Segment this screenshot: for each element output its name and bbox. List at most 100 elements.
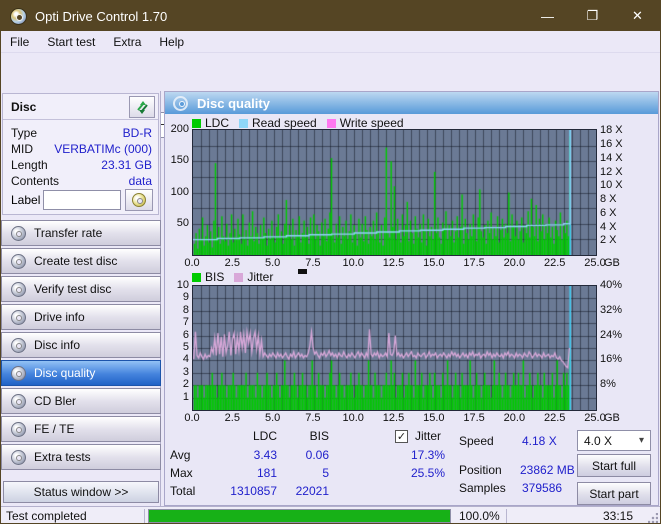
sidebar-item-label: FE / TE (34, 422, 75, 436)
sidebar-item-drive-info[interactable]: Drive info (1, 304, 161, 330)
field-mid-value: VERBATIMc (000) (54, 142, 152, 156)
test-speed-select[interactable]: 4.0 X ▾ (577, 430, 651, 451)
start-full-button[interactable]: Start full (577, 454, 651, 477)
sidebar: Disc Type BD-R MID VERBATIMc (000) Lengt… (1, 91, 161, 507)
total-ldc-value: 1310857 (230, 484, 277, 498)
status-text: Test completed (6, 509, 87, 523)
legend-marker (298, 269, 307, 274)
axis-tick-label: 40% (600, 279, 623, 291)
jitter-checkbox-label: Jitter (415, 429, 442, 443)
disc-panel: Disc Type BD-R MID VERBATIMc (000) Lengt… (2, 93, 159, 215)
field-length-value: 23.31 GB (101, 158, 152, 172)
axis-tick-label: 150 (170, 154, 189, 167)
field-contents-value: data (128, 174, 152, 188)
label-field-label: Label (11, 193, 41, 207)
stats-row-max-label: Max (170, 466, 193, 480)
jitter-checkbox[interactable]: ✓ (395, 430, 408, 443)
sidebar-item-verify-test-disc[interactable]: Verify test disc (1, 276, 161, 302)
bis-jitter-chart-legend: BIS Jitter (192, 270, 273, 284)
maximize-button[interactable]: ❐ (570, 1, 615, 31)
axis-tick-label: 3 (182, 365, 189, 378)
disc-icon (11, 225, 26, 241)
label-input[interactable] (43, 190, 121, 210)
menu-help[interactable]: Help (150, 32, 193, 52)
axis-tick-label: 0.0 (184, 257, 200, 269)
stats-row-total-label: Total (170, 484, 196, 498)
axis-tick-label: 4 X (600, 220, 617, 233)
axis-tick-label: 2.5 (224, 257, 240, 269)
axis-tick-label: 10.0 (342, 412, 364, 424)
disc-icon (132, 193, 146, 207)
disc-icon (11, 337, 26, 353)
menu-file[interactable]: File (1, 32, 38, 52)
axis-tick-label: 18 X (600, 124, 623, 137)
position-stat-value: 23862 MB (520, 463, 575, 477)
sidebar-item-label: Verify test disc (34, 282, 112, 296)
axis-tick-label: 8 X (600, 193, 617, 206)
write-label-button[interactable] (125, 189, 153, 211)
app-disc-icon (10, 7, 27, 25)
legend-label: LDC (205, 116, 230, 130)
status-window-button[interactable]: Status window >> (3, 481, 159, 503)
ldc-chart: 200 150 100 50 18 X 16 X 14 X 12 X 10 X8 X6 X4 X… (171, 123, 623, 269)
ldc-chart-legend: LDC Read speed Write speed (192, 116, 404, 130)
axis-tick-label: 22.5 (543, 257, 566, 269)
axis-tick-label: 14 X (600, 151, 623, 164)
sidebar-item-fe-te[interactable]: FE / TE (1, 416, 161, 442)
menu-start-test[interactable]: Start test (38, 32, 104, 52)
axis-tick-label: 25.0 (584, 412, 606, 424)
window-title: Opti Drive Control 1.70 (35, 8, 168, 24)
progress-fill (149, 510, 450, 522)
menu-extra[interactable]: Extra (104, 32, 150, 52)
max-jitter-value: 25.5% (410, 466, 445, 480)
axis-tick-label: 32% (600, 303, 623, 316)
axis-tick-label: 7.5 (305, 257, 321, 269)
sidebar-item-disc-quality[interactable]: Disc quality (1, 360, 161, 386)
axis-tick-label: 2.5 (224, 412, 240, 424)
axis-tick-label: 20.0 (503, 412, 526, 424)
axis-tick-label: 50 (176, 216, 189, 229)
stats-col-ldc: LDC (252, 429, 277, 443)
start-part-button[interactable]: Start part (577, 482, 651, 505)
axis-tick-label: 20.0 (503, 257, 526, 269)
sidebar-item-cd-bler[interactable]: CD Bler (1, 388, 161, 414)
axis-tick-label: 17.5 (463, 257, 485, 269)
field-length: Length 23.31 GB (11, 158, 152, 173)
sidebar-item-label: Disc info (34, 338, 81, 352)
bis-jitter-chart: 10 9 8 7 6 5 4 3 2 1 40% 32% 24% 16% 8% 0.0 2.5 5.0 7.5 10.… (177, 279, 622, 424)
disc-icon (11, 253, 26, 269)
total-bis-value: 22021 (295, 484, 329, 498)
menu-bar: File Start test Extra Help (1, 31, 660, 53)
statusbar-separator (506, 509, 507, 523)
sidebar-item-extra-tests[interactable]: Extra tests (1, 444, 161, 470)
field-type-label: Type (11, 126, 38, 140)
sidebar-item-label: Create test disc (34, 254, 118, 268)
minimize-button[interactable]: — (525, 1, 570, 31)
sidebar-item-create-test-disc[interactable]: Create test disc (1, 248, 161, 274)
sidebar-item-transfer-rate[interactable]: Transfer rate (1, 220, 161, 246)
chevron-down-icon: ▾ (638, 435, 644, 446)
axis-tick-label: 12.5 (382, 257, 405, 269)
app-window: Opti Drive Control 1.70 — ❐ ✕ File Start… (0, 0, 661, 524)
avg-jitter-value: 17.3% (410, 448, 445, 462)
sidebar-item-disc-info[interactable]: Disc info (1, 332, 161, 358)
toolbar: Drive (J:) ATAPI iHBS312 2 PL17 ▾ Speed … (1, 53, 660, 139)
axis-tick-label: 200 (170, 123, 189, 135)
disc-icon (11, 449, 26, 465)
axis-tick-label: 16% (600, 353, 623, 366)
resize-grip[interactable] (648, 513, 658, 523)
chart2-canvas (192, 285, 597, 411)
close-button[interactable]: ✕ (615, 1, 660, 31)
max-ldc-value: 181 (256, 466, 277, 480)
legend-swatch (326, 118, 336, 128)
stats-row-avg-label: Avg (170, 448, 191, 462)
axis-tick-label: 15.0 (423, 257, 445, 269)
axis-tick-label: 16 X (600, 138, 623, 151)
axis-tick-label: 24% (600, 328, 623, 341)
progress-bar (148, 509, 451, 523)
rescan-disc-button[interactable] (129, 96, 155, 118)
axis-tick-label: 7 (182, 316, 189, 329)
disc-icon (11, 309, 26, 325)
sidebar-item-label: Transfer rate (34, 226, 103, 240)
status-bar: Test completed 100.0% 33:15 (1, 506, 660, 523)
